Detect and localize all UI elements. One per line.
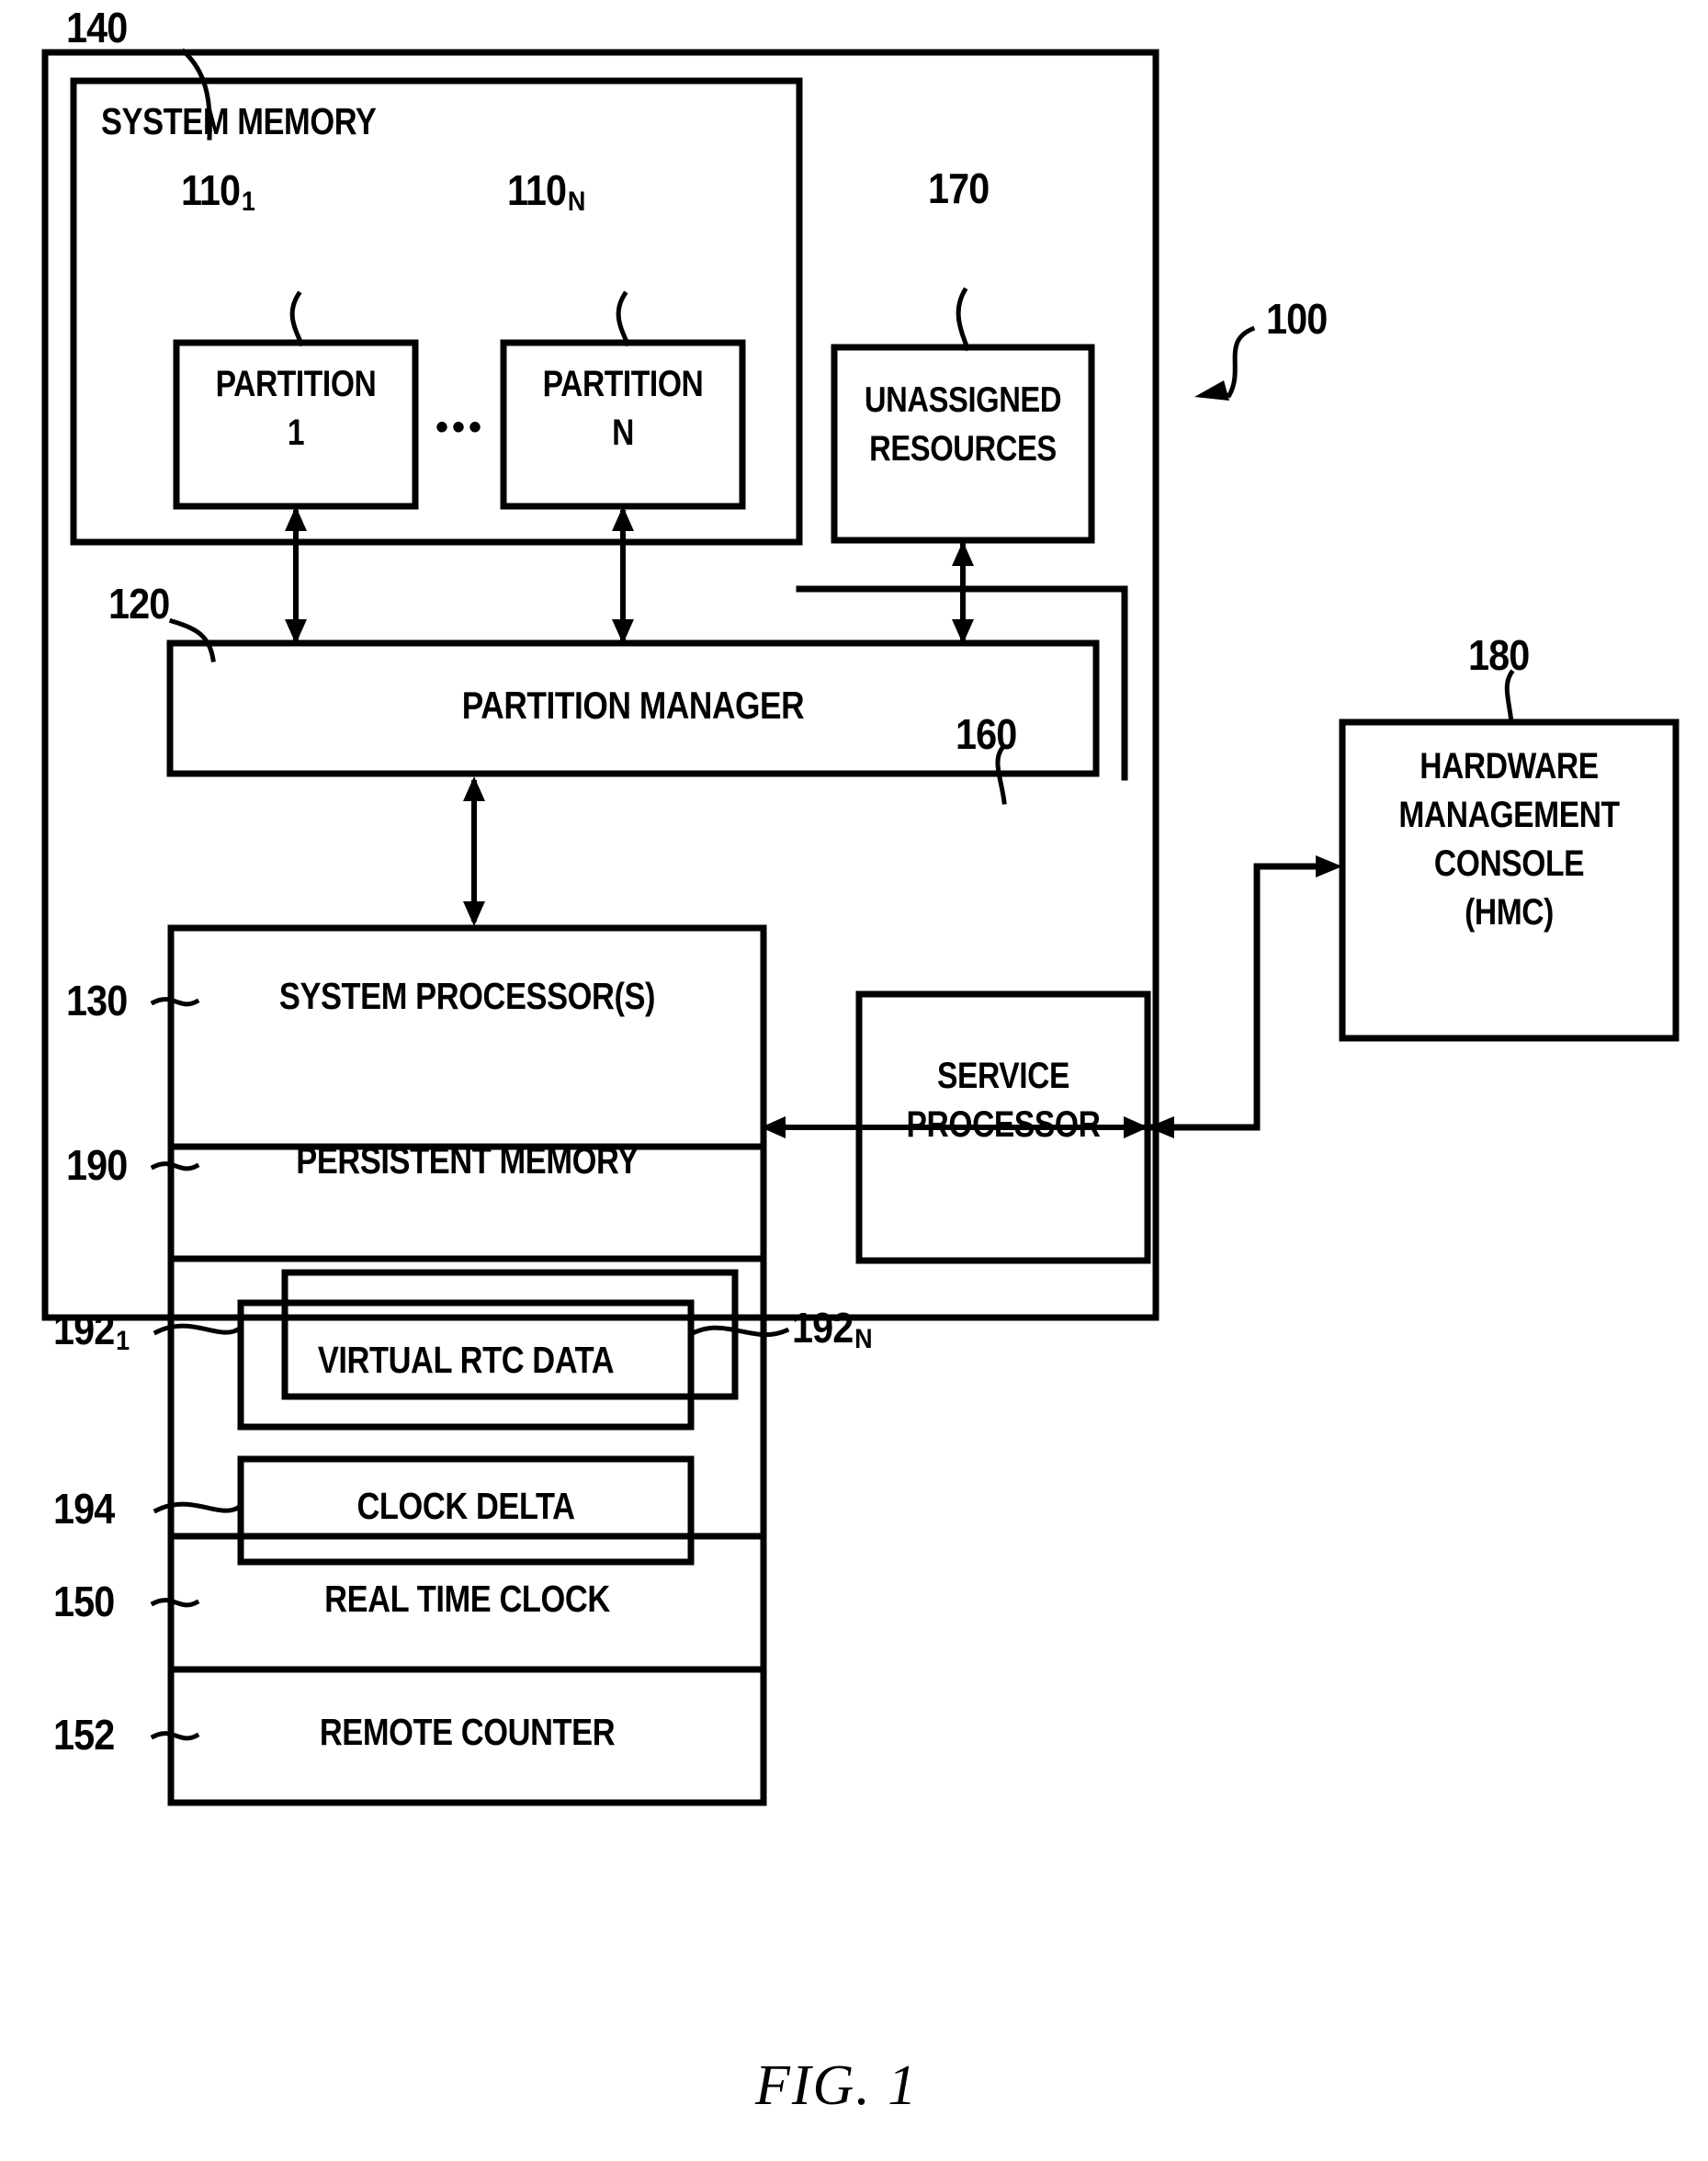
ref-150: 150 bbox=[53, 1578, 115, 1625]
arrow-pn-up bbox=[612, 506, 634, 531]
lead-170 bbox=[956, 287, 971, 352]
arrow-100 bbox=[1194, 380, 1229, 401]
arrow-pm-proc-up bbox=[463, 776, 485, 801]
partition-n-label-line1: PARTITION bbox=[542, 364, 704, 404]
lead-192-n bbox=[687, 1325, 790, 1338]
partition-1-label-line2: 1 bbox=[287, 413, 305, 453]
lead-100 bbox=[1226, 325, 1256, 399]
ref-180: 180 bbox=[1468, 631, 1530, 679]
ref-170: 170 bbox=[928, 164, 990, 212]
virtual-rtc-data-label: VIRTUAL RTC DATA bbox=[317, 1339, 615, 1381]
unassigned-resources-line2: RESOURCES bbox=[869, 429, 1057, 469]
hmc-line1: HARDWARE bbox=[1420, 746, 1599, 786]
partition-manager-label: PARTITION MANAGER bbox=[461, 684, 805, 727]
ref-194: 194 bbox=[53, 1485, 115, 1533]
ref-152: 152 bbox=[53, 1711, 115, 1759]
ref-190: 190 bbox=[66, 1141, 128, 1189]
lead-150 bbox=[150, 1598, 200, 1608]
routing-sp-to-hmc bbox=[1150, 863, 1334, 1131]
hmc-line3: CONSOLE bbox=[1433, 843, 1585, 884]
partition-n-label-line2: N bbox=[612, 413, 634, 453]
arrow-p1-up bbox=[285, 506, 307, 531]
ref-110-1: 1101 bbox=[181, 166, 255, 217]
lead-152 bbox=[150, 1731, 200, 1741]
persistent-memory-label: PERSISTENT MEMORY bbox=[296, 1139, 639, 1182]
remote-counter-label: REMOTE COUNTER bbox=[319, 1711, 616, 1753]
arrow-ur-up bbox=[952, 541, 974, 566]
system-processor-label: SYSTEM PROCESSOR(S) bbox=[278, 975, 656, 1017]
partition-1-label-line1: PARTITION bbox=[215, 364, 377, 404]
clock-delta-label: CLOCK DELTA bbox=[356, 1485, 575, 1527]
lead-110-n bbox=[616, 290, 631, 347]
service-processor-line2: PROCESSOR bbox=[906, 1104, 1101, 1145]
partition-ellipsis: ••• bbox=[435, 407, 486, 447]
lead-130 bbox=[150, 997, 200, 1007]
ref-100: 100 bbox=[1266, 295, 1328, 343]
arrow-pm-proc-down bbox=[463, 901, 485, 926]
arrow-into-sp bbox=[1148, 1116, 1174, 1138]
ref-160: 160 bbox=[956, 710, 1017, 758]
system-memory-box bbox=[70, 77, 803, 546]
system-memory-label: SYSTEM MEMORY bbox=[101, 100, 377, 142]
hmc-line4: (HMC) bbox=[1465, 892, 1554, 933]
lead-110-1 bbox=[289, 290, 305, 347]
unassigned-resources-line1: UNASSIGNED bbox=[864, 380, 1062, 420]
service-processor-line1: SERVICE bbox=[937, 1056, 1069, 1096]
ref-140: 140 bbox=[66, 4, 128, 51]
ref-110-n: 110N bbox=[507, 166, 585, 217]
lead-180 bbox=[1504, 669, 1515, 725]
ref-192-1: 1921 bbox=[53, 1306, 130, 1356]
diagram-line-art bbox=[41, 48, 1680, 1806]
lead-190 bbox=[150, 1161, 200, 1171]
ref-130: 130 bbox=[66, 977, 128, 1024]
figure-caption: FIG. 1 bbox=[755, 2054, 919, 2117]
arrow-into-hmc bbox=[1316, 855, 1342, 877]
hmc-line2: MANAGEMENT bbox=[1398, 795, 1620, 835]
ref-120: 120 bbox=[108, 580, 170, 628]
patent-figure-canvas: 140 SYSTEM MEMORY 1101 PARTITION 1 ••• 1… bbox=[0, 0, 1708, 2161]
ref-192-n: 192N bbox=[792, 1304, 873, 1354]
real-time-clock-label: REAL TIME CLOCK bbox=[324, 1578, 610, 1620]
